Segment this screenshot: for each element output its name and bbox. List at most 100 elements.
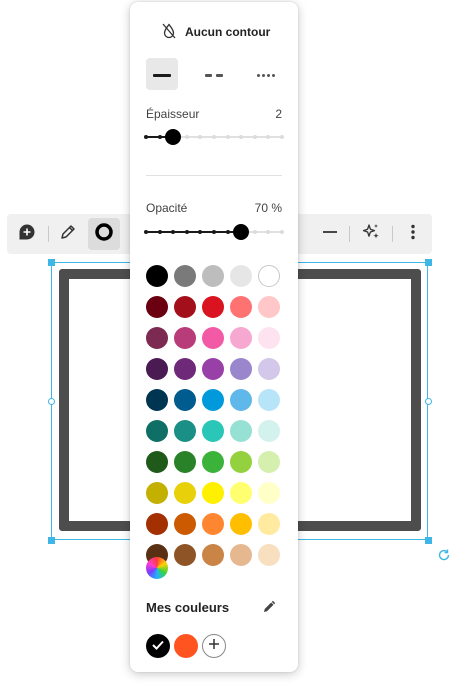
color-swatch[interactable] [174, 482, 196, 504]
color-swatch[interactable] [174, 265, 196, 287]
outline-button[interactable] [88, 218, 120, 250]
color-swatch[interactable] [258, 451, 280, 473]
color-swatch[interactable] [146, 513, 168, 535]
resize-handle-bottom-left[interactable] [48, 537, 55, 544]
opacity-slider-tick [225, 230, 230, 234]
color-swatch[interactable] [230, 265, 252, 287]
color-swatch[interactable] [174, 389, 196, 411]
line-style-dotted[interactable] [250, 58, 282, 90]
color-swatch[interactable] [202, 265, 224, 287]
opacity-slider-thumb[interactable] [233, 224, 250, 240]
color-swatch[interactable] [258, 389, 280, 411]
opacity-slider-tick [171, 230, 176, 234]
my-color-swatch-selected[interactable] [146, 634, 170, 658]
color-swatch[interactable] [146, 451, 168, 473]
edit-colors-button[interactable] [262, 600, 278, 616]
resize-handle-top-left[interactable] [48, 259, 55, 266]
more-vertical-icon [404, 223, 422, 246]
color-swatch[interactable] [174, 420, 196, 442]
line-style-button[interactable] [314, 218, 346, 250]
color-swatch[interactable] [174, 513, 196, 535]
color-swatch[interactable] [202, 420, 224, 442]
color-swatch[interactable] [258, 482, 280, 504]
thickness-slider-tick [239, 135, 244, 139]
panel-divider [146, 175, 282, 176]
resize-handle-bottom-right[interactable] [425, 537, 432, 544]
color-swatch[interactable] [146, 296, 168, 318]
color-swatch[interactable] [230, 327, 252, 349]
color-swatch[interactable] [258, 544, 280, 566]
color-swatch[interactable] [202, 296, 224, 318]
toolbar-divider [349, 226, 350, 242]
more-options-button[interactable] [397, 218, 429, 250]
color-swatch[interactable] [230, 420, 252, 442]
color-swatch[interactable] [202, 327, 224, 349]
color-swatch[interactable] [146, 482, 168, 504]
color-swatch[interactable] [174, 327, 196, 349]
color-swatch[interactable] [258, 265, 280, 287]
color-swatch[interactable] [174, 358, 196, 380]
plus-icon [208, 637, 220, 655]
resize-handle-right[interactable] [425, 398, 432, 405]
resize-handle-left[interactable] [48, 398, 55, 405]
color-swatch[interactable] [146, 420, 168, 442]
color-swatch[interactable] [258, 358, 280, 380]
line-style-solid[interactable] [146, 58, 178, 90]
add-color-button[interactable] [202, 634, 226, 658]
thickness-slider-tick [184, 135, 189, 139]
color-swatch[interactable] [230, 296, 252, 318]
opacity-slider-tick [157, 230, 162, 234]
color-swatch[interactable] [230, 482, 252, 504]
color-swatch[interactable] [230, 513, 252, 535]
custom-color-button[interactable] [146, 557, 168, 579]
color-swatch[interactable] [230, 358, 252, 380]
no-outline-icon [162, 22, 185, 42]
color-swatch[interactable] [146, 389, 168, 411]
color-swatch[interactable] [174, 296, 196, 318]
thickness-slider-thumb[interactable] [165, 129, 182, 145]
opacity-slider-tick [198, 230, 203, 234]
color-swatch[interactable] [146, 327, 168, 349]
thickness-label: Épaisseur [146, 107, 200, 121]
color-swatch[interactable] [230, 451, 252, 473]
opacity-slider-tick [252, 230, 257, 234]
color-swatch[interactable] [146, 265, 168, 287]
no-outline-button[interactable]: Aucun contour [162, 22, 270, 42]
color-swatch[interactable] [202, 513, 224, 535]
color-swatch[interactable] [258, 420, 280, 442]
resize-handle-top-right[interactable] [425, 259, 432, 266]
pencil-icon [262, 600, 276, 618]
rotate-icon[interactable] [436, 547, 452, 563]
line-style-dashed[interactable] [198, 58, 230, 90]
color-swatch[interactable] [202, 482, 224, 504]
no-outline-label: Aucun contour [185, 25, 271, 39]
outline-ring-icon [94, 222, 114, 247]
color-swatch[interactable] [202, 451, 224, 473]
color-swatch[interactable] [202, 389, 224, 411]
color-swatch[interactable] [202, 358, 224, 380]
color-swatch[interactable] [174, 451, 196, 473]
add-comment-icon [18, 223, 36, 246]
outline-panel: Aucun contour Épaisseur 2 Opacité 70 % M… [130, 2, 298, 672]
color-swatch[interactable] [258, 513, 280, 535]
color-swatch[interactable] [258, 327, 280, 349]
dashed-line-icon [205, 65, 223, 83]
toolbar-divider [392, 226, 393, 242]
add-comment-button[interactable] [11, 218, 43, 250]
pen-button[interactable] [52, 218, 84, 250]
color-swatch[interactable] [202, 544, 224, 566]
my-color-swatch[interactable] [174, 634, 198, 658]
solid-line-icon [153, 65, 171, 83]
opacity-slider-tick [144, 230, 148, 234]
opacity-slider-tick [184, 230, 189, 234]
color-swatch[interactable] [230, 544, 252, 566]
color-swatch[interactable] [146, 358, 168, 380]
opacity-slider-tick [280, 230, 284, 234]
color-swatch[interactable] [174, 544, 196, 566]
ai-button[interactable] [355, 218, 387, 250]
color-swatch[interactable] [258, 296, 280, 318]
thickness-slider-tick [225, 135, 230, 139]
thickness-slider-tick [266, 135, 271, 139]
color-swatch[interactable] [230, 389, 252, 411]
line-style-icon [321, 223, 339, 246]
